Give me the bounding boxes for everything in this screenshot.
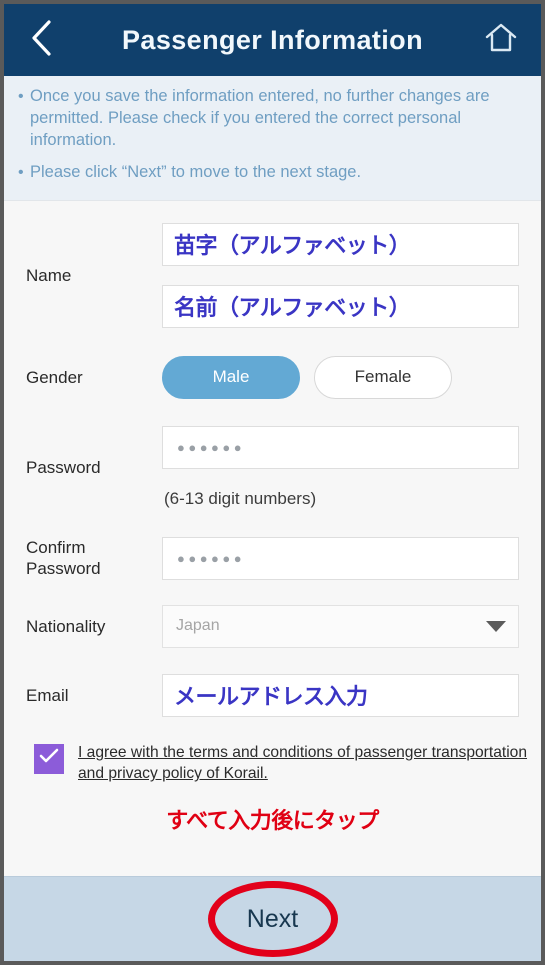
home-icon [484, 22, 518, 59]
label-password: Password [26, 457, 101, 477]
passenger-form: Name 苗字（アルファベット） 名前（アルファベット） Gender Male… [4, 200, 541, 835]
form-row-email: Email メールアドレス入力 [4, 648, 541, 717]
gender-option-male[interactable]: Male [162, 355, 300, 399]
agreement-checkbox[interactable] [34, 743, 64, 774]
label-name: Name [26, 265, 72, 285]
bullet-icon: • [18, 163, 24, 181]
agreement-row: I agree with the terms and conditions of… [4, 717, 541, 785]
app-header: Passenger Information [4, 4, 541, 76]
app-screen: Passenger Information • Once you save th… [0, 0, 545, 965]
surname-value: 苗字（アルファベット） [174, 234, 411, 260]
tap-annotation-text: すべて入力後にタップ [166, 808, 379, 834]
notice-item: • Please click “Next” to move to the nex… [18, 162, 525, 184]
surname-input[interactable]: 苗字（アルファベット） [162, 222, 519, 266]
back-button[interactable] [16, 4, 68, 76]
form-row-name: Name 苗字（アルファベット） 名前（アルファベット） [4, 201, 541, 328]
password-hint: (6-13 digit numbers) [164, 488, 317, 508]
email-value: メールアドレス入力 [174, 685, 368, 711]
label-confirm-line1: Confirm [26, 538, 86, 557]
nationality-value: Japan [176, 617, 220, 635]
chevron-down-icon [486, 620, 506, 632]
confirm-password-mask: ●●●●●● [177, 550, 246, 566]
notice-text-2: Please click “Next” to move to the next … [30, 162, 362, 181]
agreement-text[interactable]: I agree with the terms and conditions of… [78, 742, 527, 785]
next-button-label: Next [246, 904, 299, 933]
gender-option-female[interactable]: Female [314, 355, 452, 399]
label-nationality: Nationality [26, 616, 106, 636]
home-button[interactable] [475, 4, 527, 76]
form-row-nationality: Nationality Japan [4, 580, 541, 648]
checkmark-icon [39, 748, 59, 769]
form-row-password: Password ●●●●●● (6-13 digit numbers) [4, 399, 541, 509]
confirm-password-input[interactable]: ●●●●●● [162, 536, 519, 580]
form-row-confirm-password: Confirm Password ●●●●●● [4, 509, 541, 580]
page-title: Passenger Information [122, 24, 423, 55]
form-row-gender: Gender Male Female [4, 328, 541, 399]
notice-item: • Once you save the information entered,… [18, 86, 525, 152]
email-input[interactable]: メールアドレス入力 [162, 673, 519, 717]
label-gender: Gender [26, 367, 83, 387]
notice-banner: • Once you save the information entered,… [4, 76, 541, 201]
label-confirm-password: Confirm Password [26, 537, 162, 580]
notice-text-1: Once you save the information entered, n… [30, 87, 490, 149]
gender-toggle-group: Male Female [162, 355, 519, 399]
nationality-select[interactable]: Japan [162, 604, 519, 648]
password-mask: ●●●●●● [177, 439, 246, 455]
footer-bar: Next [4, 876, 541, 961]
chevron-left-icon [29, 18, 55, 63]
givenname-value: 名前（アルファベット） [174, 296, 411, 322]
password-input[interactable]: ●●●●●● [162, 425, 519, 469]
bullet-icon: • [18, 88, 24, 105]
next-button[interactable]: Next [207, 881, 338, 957]
label-confirm-line2: Password [26, 559, 101, 579]
givenname-input[interactable]: 名前（アルファベット） [162, 284, 519, 328]
label-email: Email [26, 685, 69, 705]
